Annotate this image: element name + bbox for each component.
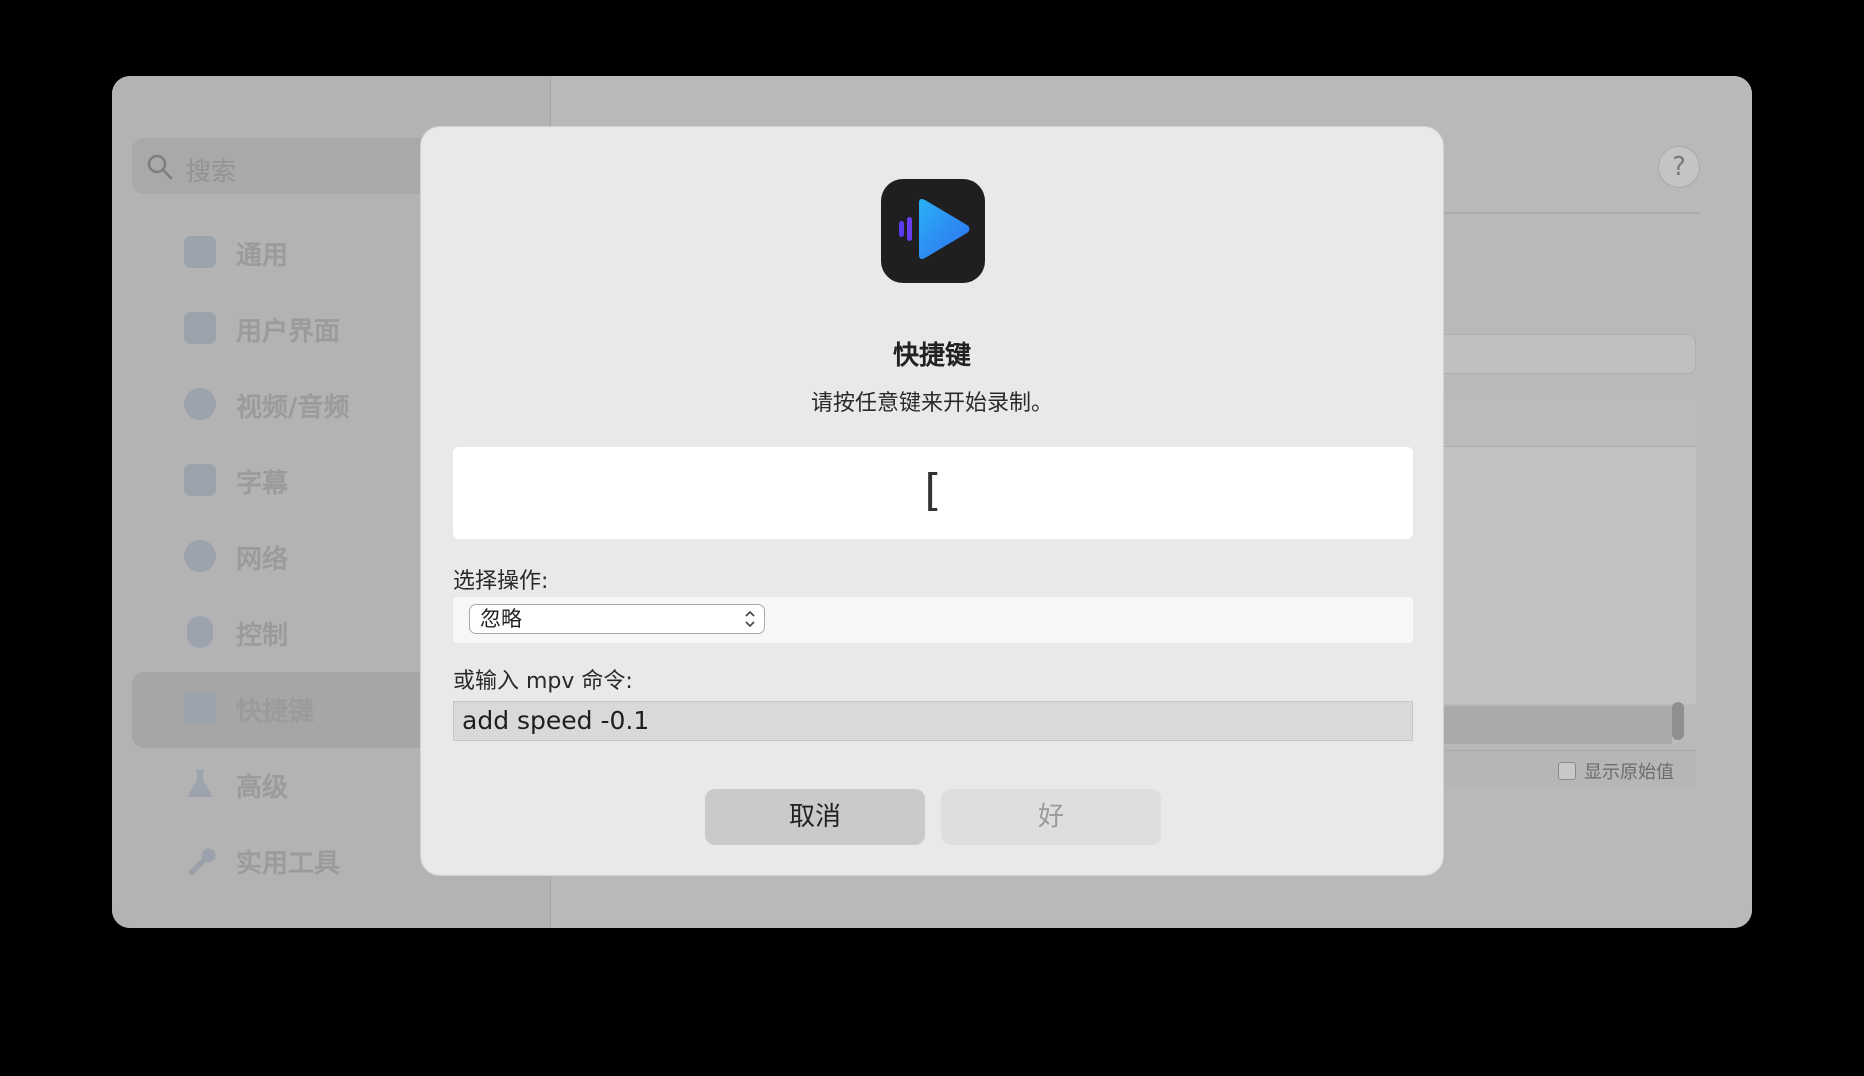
chevron-up-down-icon <box>745 610 755 628</box>
recorded-key: [ <box>924 465 942 516</box>
sidebar-item-label: 高级 <box>236 773 289 803</box>
help-button[interactable]: ? <box>1658 146 1700 188</box>
keybinding-dialog: 快捷键 请按任意键来开始录制。 [ 选择操作: 忽略 或输入 mpv 命令: a… <box>420 126 1444 876</box>
sidebar-item-label: 实用工具 <box>236 849 341 879</box>
mpv-command-input[interactable]: add speed -0.1 <box>453 701 1413 741</box>
show-raw-checkbox[interactable]: 显示原始值 <box>1558 758 1674 784</box>
globe-icon <box>184 540 216 572</box>
dialog-subtitle: 请按任意键来开始录制。 <box>810 391 1053 416</box>
key-recorder-field[interactable]: [ <box>453 447 1413 539</box>
checkbox-box[interactable] <box>1558 762 1576 780</box>
search-icon <box>147 154 173 180</box>
sidebar-item-label: 网络 <box>236 545 289 575</box>
show-raw-label: 显示原始值 <box>1584 762 1674 783</box>
keyboard-icon <box>184 692 216 724</box>
app-icon <box>881 179 985 283</box>
flask-icon <box>184 768 216 800</box>
sidebar-item-label: 快捷键 <box>236 697 315 727</box>
sidebar-item-label: 通用 <box>236 241 289 271</box>
sidebar-item-label: 用户界面 <box>236 317 341 347</box>
cancel-button[interactable]: 取消 <box>705 789 925 845</box>
action-popup-value: 忽略 <box>480 607 522 631</box>
search-placeholder: 搜索 <box>186 157 237 186</box>
mpv-command-value: add speed -0.1 <box>462 706 650 735</box>
action-select-row: 忽略 <box>453 597 1413 643</box>
general-settings-icon <box>184 236 216 268</box>
action-popup-button[interactable]: 忽略 <box>469 604 765 634</box>
play-circle-icon <box>184 388 216 420</box>
window-icon <box>184 312 216 344</box>
table-scrollbar[interactable] <box>1672 702 1684 740</box>
sidebar-item-label: 视频/音频 <box>236 393 350 423</box>
command-label: 或输入 mpv 命令: <box>453 669 633 694</box>
mouse-icon <box>187 616 213 648</box>
ok-button[interactable]: 好 <box>941 789 1161 845</box>
action-select-label: 选择操作: <box>453 569 549 594</box>
dialog-title: 快捷键 <box>892 341 971 371</box>
wrench-icon <box>184 844 216 876</box>
subtitles-bubble-icon <box>184 464 216 496</box>
sidebar-item-label: 控制 <box>236 621 289 651</box>
sidebar-item-label: 字幕 <box>236 469 289 499</box>
